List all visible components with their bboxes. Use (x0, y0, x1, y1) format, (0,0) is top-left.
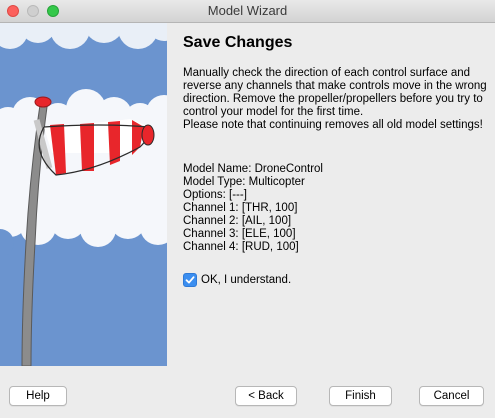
wizard-content: Save Changes Manually check the directio… (167, 23, 495, 366)
options-line: Options: [---] (183, 189, 247, 201)
title-bar: Model Wizard (0, 0, 495, 23)
model-type-line: Model Type: Multicopter (183, 176, 305, 188)
channel-2-line: Channel 2: [AIL, 100] (183, 215, 292, 227)
window-title: Model Wizard (207, 3, 288, 18)
wizard-window: Model Wizard Save Changes Manually check… (0, 0, 495, 418)
model-summary: Model Name: DroneControl Model Type: Mul… (183, 163, 323, 254)
back-button[interactable]: < Back (235, 386, 297, 406)
cancel-button[interactable]: Cancel (419, 386, 484, 406)
wizard-side-image (0, 23, 167, 366)
windsock-illustration (0, 23, 167, 366)
page-title: Save Changes (183, 34, 293, 51)
finish-button[interactable]: Finish (329, 386, 392, 406)
acknowledge-label: OK, I understand. (201, 274, 292, 286)
channel-1-line: Channel 1: [THR, 100] (183, 202, 298, 214)
button-bar: Help < Back Finish Cancel (0, 366, 495, 418)
help-button[interactable]: Help (9, 386, 67, 406)
channel-4-line: Channel 4: [RUD, 100] (183, 241, 299, 253)
model-name-line: Model Name: DroneControl (183, 163, 323, 175)
channel-3-line: Channel 3: [ELE, 100] (183, 228, 296, 240)
instructions-text: Manually check the direction of each con… (183, 67, 487, 131)
acknowledge-row[interactable]: OK, I understand. (183, 273, 291, 287)
acknowledge-checkbox[interactable] (183, 273, 197, 287)
checkmark-icon (185, 276, 195, 284)
